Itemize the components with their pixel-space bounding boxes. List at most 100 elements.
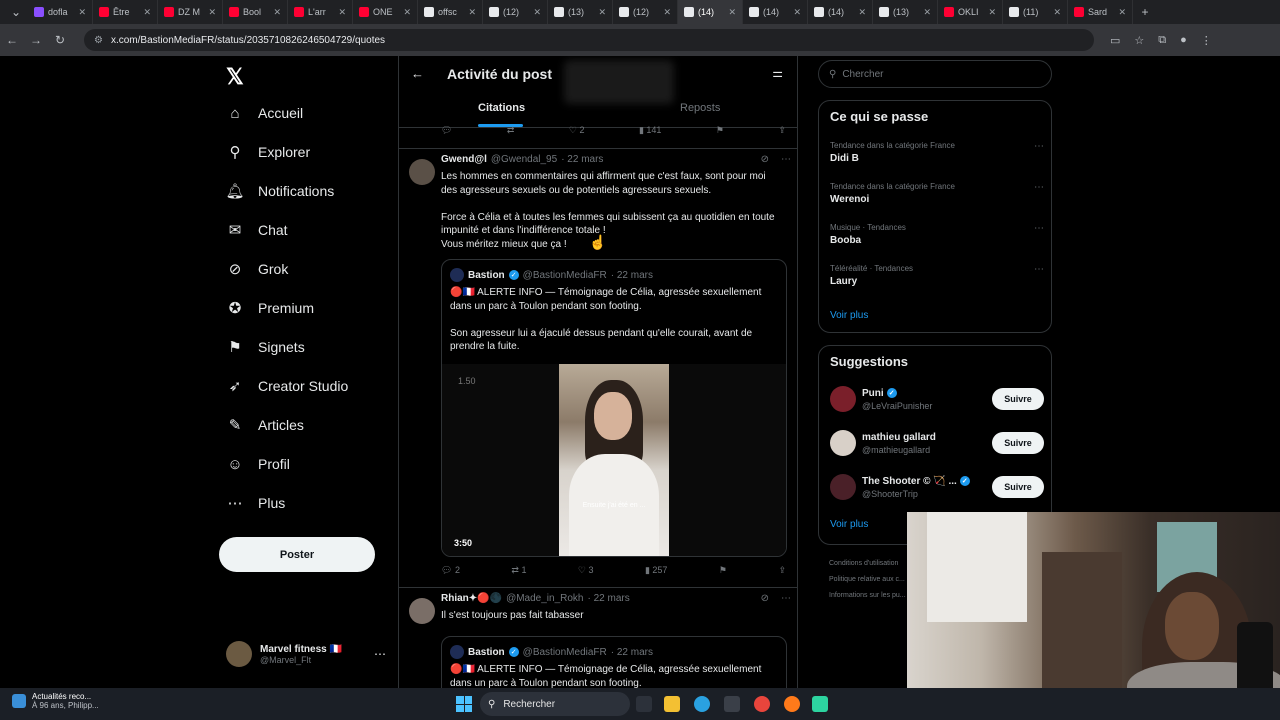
follow-button[interactable]: Suivre: [992, 432, 1044, 454]
avatar[interactable]: [409, 598, 435, 624]
browser-tab[interactable]: offsc ✕: [418, 0, 483, 24]
edge-icon[interactable]: [694, 696, 710, 712]
footer-link[interactable]: Politique relative aux c...: [829, 572, 909, 588]
repost-button[interactable]: ⇄ 1: [511, 565, 526, 576]
close-icon[interactable]: ✕: [923, 7, 931, 18]
browser-tab[interactable]: (11) ✕: [1003, 0, 1068, 24]
chrome-icon[interactable]: [754, 696, 770, 712]
tab-list-icon[interactable]: ⌄: [4, 5, 28, 19]
close-icon[interactable]: ✕: [598, 7, 606, 18]
sidebar-item-chat[interactable]: ✉ Chat: [226, 221, 288, 239]
close-icon[interactable]: ✕: [1118, 7, 1126, 18]
close-icon[interactable]: ✕: [728, 7, 736, 18]
file-explorer-icon[interactable]: [664, 696, 680, 712]
repost-icon[interactable]: ⇄: [507, 125, 515, 136]
suggestion-item[interactable]: The Shooter © 🏹 ... ✓ @ShooterTrip Suivre: [830, 474, 1044, 500]
more-icon[interactable]: ⋯: [1034, 182, 1044, 193]
more-icon[interactable]: ⋯: [781, 593, 791, 604]
browser-tab[interactable]: Être ✕: [93, 0, 158, 24]
task-view-icon[interactable]: [636, 696, 652, 712]
author-handle[interactable]: @Made_in_Rokh: [506, 593, 583, 604]
trend-item[interactable]: Tendance dans la catégorie France Didi B ⋯: [830, 141, 1044, 164]
reply-icon[interactable]: 💬︎: [441, 125, 452, 136]
browser-tab[interactable]: dofla ✕: [28, 0, 93, 24]
close-icon[interactable]: ✕: [273, 7, 281, 18]
trend-item[interactable]: Tendance dans la catégorie France Werenoi…: [830, 182, 1044, 205]
more-icon[interactable]: ⋯: [1034, 223, 1044, 234]
more-icon[interactable]: ⋯: [781, 154, 791, 165]
browser-tab[interactable]: (14) ✕: [808, 0, 873, 24]
extensions-icon[interactable]: ⧉: [1158, 34, 1166, 47]
close-icon[interactable]: ✕: [338, 7, 346, 18]
browser-tab[interactable]: (12) ✕: [613, 0, 678, 24]
back-arrow-icon[interactable]: ←: [411, 66, 424, 81]
forward-icon[interactable]: →: [24, 33, 48, 47]
browser-tab[interactable]: (14) ✕: [743, 0, 808, 24]
close-icon[interactable]: ✕: [793, 7, 801, 18]
post-button[interactable]: Poster: [219, 537, 375, 572]
author-handle[interactable]: @Gwendal_95: [491, 154, 557, 165]
sidebar-item-accueil[interactable]: ⌂ Accueil: [226, 104, 303, 122]
filter-icon[interactable]: ⚌: [772, 66, 783, 80]
browser-tab[interactable]: (13) ✕: [873, 0, 938, 24]
browser-tab[interactable]: Bool ✕: [223, 0, 288, 24]
sidebar-item-plus[interactable]: ⋯ Plus: [226, 494, 286, 512]
browser-tab[interactable]: Sard ✕: [1068, 0, 1133, 24]
views-button[interactable]: ▮ 257: [645, 565, 667, 576]
x-logo-icon[interactable]: 𝕏: [226, 64, 244, 90]
news-widget[interactable]: Actualités reco... À 96 ans, Philipp...: [12, 692, 99, 710]
sidebar-item-profil[interactable]: ☺ Profil: [226, 455, 290, 473]
like-button[interactable]: ♡ 3: [578, 565, 594, 576]
start-icon[interactable]: [456, 696, 472, 712]
close-icon[interactable]: ✕: [403, 7, 411, 18]
close-icon[interactable]: ✕: [468, 7, 476, 18]
tweet-time[interactable]: · 22 mars: [561, 154, 603, 165]
avatar[interactable]: [830, 386, 856, 412]
tab-citations[interactable]: Citations: [478, 102, 525, 114]
avatar[interactable]: [830, 474, 856, 500]
close-icon[interactable]: ✕: [663, 7, 671, 18]
tweet-rhian[interactable]: Rhian✦🔴🌑 @Made_in_Rokh · 22 mars ⊘ ⋯ Il …: [399, 588, 797, 688]
url-field[interactable]: ⚙ x.com/BastionMediaFR/status/2035710826…: [84, 29, 1094, 51]
install-icon[interactable]: ▭: [1110, 34, 1120, 47]
show-more-suggestions[interactable]: Voir plus: [830, 519, 868, 530]
sidebar-item-articles[interactable]: ✎ Articles: [226, 416, 304, 434]
grok-icon[interactable]: ⊘: [761, 593, 769, 604]
close-icon[interactable]: ✕: [1053, 7, 1061, 18]
share-icon[interactable]: ⇪: [778, 125, 786, 136]
star-icon[interactable]: ☆: [1134, 34, 1144, 47]
close-icon[interactable]: ✕: [78, 7, 86, 18]
back-icon[interactable]: ←: [0, 33, 24, 47]
more-icon[interactable]: ⋯: [1034, 141, 1044, 152]
account-switcher[interactable]: Marvel fitness 🇫🇷 @Marvel_Flt ⋯: [226, 641, 386, 667]
sidebar-item-grok[interactable]: ⊘ Grok: [226, 260, 289, 278]
browser-tab[interactable]: (12) ✕: [483, 0, 548, 24]
trend-item[interactable]: Téléréalité · Tendances Laury ⋯: [830, 264, 1044, 287]
close-icon[interactable]: ✕: [143, 7, 151, 18]
browser-tab[interactable]: DZ M ✕: [158, 0, 223, 24]
close-icon[interactable]: ✕: [208, 7, 216, 18]
more-icon[interactable]: ⋯: [1034, 264, 1044, 275]
quoted-tweet[interactable]: Bastion ✓ @BastionMediaFR · 22 mars 🔴🇫🇷 …: [441, 259, 787, 557]
sidebar-item-creator-studio[interactable]: ➶ Creator Studio: [226, 377, 349, 395]
sidebar-item-signets[interactable]: ⚑ Signets: [226, 338, 304, 356]
firefox-icon[interactable]: [784, 696, 800, 712]
sidebar-item-explorer[interactable]: ⚲ Explorer: [226, 143, 311, 161]
reload-icon[interactable]: ↻: [48, 33, 72, 47]
sidebar-item-premium[interactable]: ✪ Premium: [226, 299, 314, 317]
profile-icon[interactable]: ●: [1180, 34, 1187, 47]
taskbar-search[interactable]: ⚲ Rechercher: [480, 692, 630, 716]
footer-link[interactable]: Conditions d'utilisation: [829, 556, 909, 572]
avatar[interactable]: [830, 430, 856, 456]
browser-tab[interactable]: (13) ✕: [548, 0, 613, 24]
tweet-gwendal[interactable]: Gwend@l @Gwendal_95 · 22 mars ⊘ ⋯ Les ho…: [399, 148, 797, 588]
video-player[interactable]: 1.50 Ensuite j'ai été en ... 3:50: [442, 364, 786, 556]
new-tab-icon[interactable]: +: [1133, 5, 1157, 19]
suggestion-item[interactable]: mathieu gallard @mathieugallard Suivre: [830, 430, 1044, 456]
tweet-time[interactable]: · 22 mars: [587, 593, 629, 604]
site-info-icon[interactable]: ⚙: [94, 35, 103, 46]
show-more-trends[interactable]: Voir plus: [830, 310, 868, 321]
trend-item[interactable]: Musique · Tendances Booba ⋯: [830, 223, 1044, 246]
bookmark-icon[interactable]: ⚑: [716, 125, 724, 136]
author-name[interactable]: Gwend@l: [441, 154, 487, 165]
